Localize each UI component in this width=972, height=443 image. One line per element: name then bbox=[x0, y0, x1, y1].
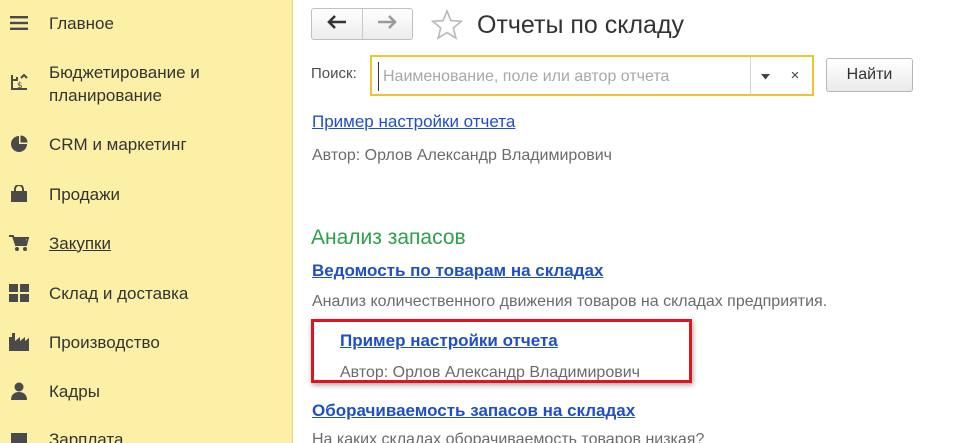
sidebar-item-label: Производство bbox=[49, 332, 160, 352]
sidebar-item-label: Бюджетирование и bbox=[49, 63, 200, 82]
sidebar-item-sales[interactable]: Продажи bbox=[0, 182, 292, 206]
report-link[interactable]: Оборачиваемость запасов на складах bbox=[312, 401, 635, 421]
sidebar-item-label: CRM и маркетинг bbox=[49, 134, 187, 154]
search-label: Поиск: bbox=[311, 65, 357, 82]
svg-text:$: $ bbox=[17, 81, 23, 91]
sidebar: Главное $ Бюджетирование и планирование … bbox=[0, 0, 293, 443]
menu-lines-icon bbox=[9, 13, 29, 33]
sidebar-item-production[interactable]: Производство bbox=[0, 330, 292, 354]
page-title: Отчеты по складу bbox=[477, 11, 685, 39]
sidebar-item-label: Главное bbox=[49, 13, 114, 33]
report-description: На каких складах оборачиваемость товаров… bbox=[312, 431, 705, 443]
report-link[interactable]: Пример настройки отчета bbox=[340, 331, 558, 351]
search-input[interactable] bbox=[378, 62, 753, 91]
sidebar-item-label: Склад и доставка bbox=[49, 283, 189, 303]
person-icon bbox=[9, 381, 29, 401]
pie-chart-icon bbox=[9, 134, 29, 154]
sidebar-item-purchases[interactable]: Закупки bbox=[0, 231, 292, 255]
sidebar-item-label: Продажи bbox=[49, 184, 120, 204]
sidebar-item-budgeting[interactable]: $ Бюджетирование и планирование bbox=[0, 61, 292, 109]
close-icon: × bbox=[790, 67, 800, 84]
favorite-star-icon[interactable] bbox=[430, 8, 464, 41]
sidebar-item-label: Кадры bbox=[49, 381, 100, 401]
section-title: Анализ запасов bbox=[311, 226, 466, 249]
report-description: Автор: Орлов Александр Владимирович bbox=[312, 147, 612, 164]
search-clear-button[interactable]: × bbox=[778, 57, 812, 94]
arrow-left-icon bbox=[326, 14, 347, 34]
report-link[interactable]: Ведомость по товарам на складах bbox=[312, 261, 603, 281]
arrow-right-icon bbox=[377, 14, 398, 34]
sidebar-item-label: Зарплата bbox=[49, 429, 124, 443]
sidebar-item-hr[interactable]: Кадры bbox=[0, 379, 292, 403]
sidebar-item-label: Закупки bbox=[49, 233, 111, 253]
sidebar-item-crm[interactable]: CRM и маркетинг bbox=[0, 132, 292, 156]
nav-buttons bbox=[311, 8, 413, 40]
forward-button[interactable] bbox=[361, 9, 413, 39]
search-dropdown-button[interactable] bbox=[750, 57, 779, 94]
sidebar-item-salary[interactable]: Зарплата bbox=[0, 427, 292, 443]
shopping-bag-icon bbox=[9, 184, 29, 204]
find-button[interactable]: Найти bbox=[826, 58, 913, 92]
app-window: Главное $ Бюджетирование и планирование … bbox=[0, 0, 972, 443]
chevron-down-icon bbox=[760, 67, 770, 85]
warehouse-grid-icon bbox=[9, 283, 29, 303]
back-button[interactable] bbox=[312, 9, 362, 39]
report-description: Автор: Орлов Александр Владимирович bbox=[340, 364, 640, 381]
sidebar-item-warehouse[interactable]: Склад и доставка bbox=[0, 281, 292, 305]
factory-icon bbox=[9, 332, 29, 352]
sidebar-item-main[interactable]: Главное bbox=[0, 11, 292, 35]
main-panel: Отчеты по складу Поиск: × Найти Пример н… bbox=[294, 0, 972, 443]
budget-icon: $ bbox=[9, 73, 29, 93]
sidebar-item-label-line2: планирование bbox=[49, 86, 163, 105]
cart-icon bbox=[9, 233, 29, 253]
salary-icon bbox=[9, 429, 29, 443]
report-link[interactable]: Пример настройки отчета bbox=[312, 112, 515, 132]
report-description: Анализ количественного движения товаров … bbox=[312, 293, 828, 310]
search-box: × bbox=[370, 55, 814, 96]
